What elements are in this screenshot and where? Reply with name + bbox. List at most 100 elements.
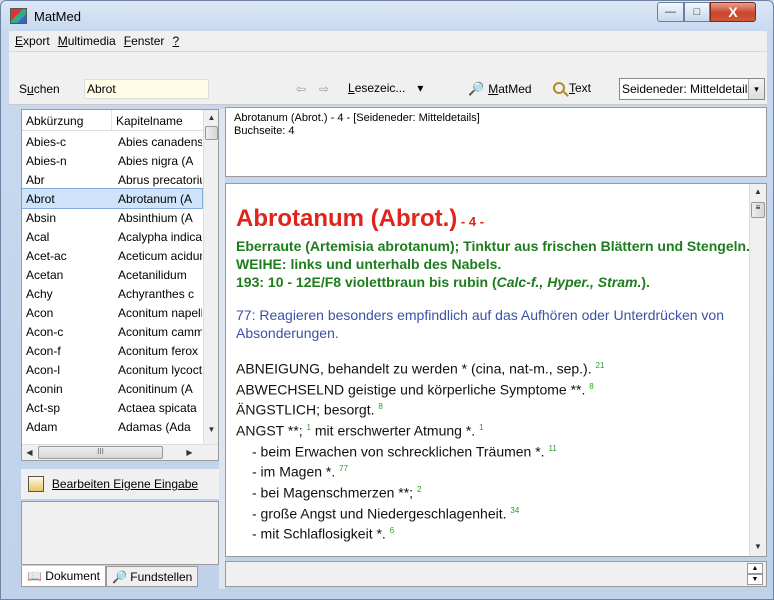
list-item-chapter: Abies nigra (A bbox=[118, 153, 194, 168]
scroll-left-icon[interactable]: ◀ bbox=[22, 445, 37, 460]
column-header-chapter[interactable]: Kapitelname bbox=[112, 110, 204, 131]
maximize-button[interactable]: □ bbox=[684, 2, 710, 22]
list-item[interactable]: Acon-c Aconitum cammarum bbox=[22, 322, 202, 341]
symptom-text: - mit Schlaflosigkeit *. bbox=[252, 525, 386, 542]
text-search-button[interactable]: Text bbox=[553, 81, 591, 95]
tab-locations[interactable]: 🔎 Fundstellen bbox=[106, 566, 199, 587]
bottom-tabs: 📖 Dokument 🔎 Fundstellen bbox=[21, 566, 219, 587]
symptom-line: ABWECHSELND geistige und körperliche Sym… bbox=[236, 378, 751, 399]
symptom-text: - im Magen *. bbox=[252, 463, 336, 480]
scroll-up-icon[interactable]: ▲ bbox=[750, 184, 766, 199]
menu-help[interactable]: ? bbox=[168, 34, 183, 48]
reference-number[interactable]: 8 bbox=[378, 402, 382, 411]
notes-box[interactable] bbox=[21, 501, 219, 565]
list-item-abbreviation: Abrot bbox=[26, 191, 55, 206]
list-item-abbreviation: Acetan bbox=[26, 267, 64, 282]
list-item-chapter: Absinthium (A bbox=[118, 210, 193, 225]
list-item[interactable]: Abies-c Abies canadensis bbox=[22, 132, 202, 151]
symptom-line: - große Angst und Niedergeschlagenheit. … bbox=[236, 502, 751, 523]
list-vertical-scrollbar[interactable]: ▲ ▼ bbox=[203, 110, 218, 460]
list-item[interactable]: Abrot Abrotanum (A bbox=[22, 188, 203, 209]
bookmarks-button[interactable]: Lesezeic... ▾ bbox=[348, 81, 423, 95]
document-title: Abrotanum (Abrot.) - 4 - bbox=[236, 205, 485, 232]
list-item-chapter: Abies canadensis bbox=[118, 134, 202, 149]
list-item[interactable]: Abr Abrus precatorius bbox=[22, 170, 202, 189]
scroll-thumb[interactable] bbox=[205, 126, 218, 140]
list-item[interactable]: Aconin Aconitinum (A bbox=[22, 379, 202, 398]
list-item[interactable]: Acon-l Aconitum lycoctonum bbox=[22, 360, 202, 379]
symptom-line: ANGST **; 1 mit erschwerter Atmung *. 1 bbox=[236, 419, 751, 440]
document-info: Abrotanum (Abrot.) - 4 - [Seideneder: Mi… bbox=[225, 107, 767, 177]
edit-own-entry-button[interactable]: Bearbeiten Eigene Eingabe bbox=[52, 477, 219, 491]
list-item[interactable]: Acal Acalypha indica bbox=[22, 227, 202, 246]
list-item-abbreviation: Acon bbox=[26, 305, 54, 320]
reference-number[interactable]: 6 bbox=[390, 526, 394, 535]
forward-arrow-icon[interactable]: ⇨ bbox=[319, 82, 329, 96]
column-header-abbreviation[interactable]: Abkürzung bbox=[22, 110, 112, 131]
list-item[interactable]: Acet-ac Aceticum acidum bbox=[22, 246, 202, 265]
list-item[interactable]: Absin Absinthium (A bbox=[22, 208, 202, 227]
reference-number[interactable]: 11 bbox=[548, 444, 556, 453]
spin-down-icon[interactable]: ▼ bbox=[747, 574, 763, 585]
list-item[interactable]: Achy Achyranthes c bbox=[22, 284, 202, 303]
scroll-down-icon[interactable]: ▼ bbox=[750, 539, 766, 554]
list-item-chapter: Abrotanum (A bbox=[118, 191, 193, 206]
minimize-button[interactable]: — bbox=[657, 2, 684, 22]
list-item[interactable]: Act-sp Actaea spicata bbox=[22, 398, 202, 417]
list-item-abbreviation: Abies-c bbox=[26, 134, 67, 149]
list-header: Abkürzung Kapitelname bbox=[22, 110, 218, 131]
document-scrollbar[interactable]: ▲ ≡ ▼ bbox=[749, 184, 766, 556]
symptom-text: ANGST **; bbox=[236, 422, 303, 439]
weihe-line: WEIHE: links und unterhalb des Nabels. bbox=[236, 256, 502, 272]
symptom-text: ÄNGSTLICH; besorgt. bbox=[236, 401, 375, 418]
list-item-abbreviation: Acon-c bbox=[26, 324, 64, 339]
reference-number[interactable]: 77 bbox=[339, 464, 348, 473]
edit-own-entry-area: Bearbeiten Eigene Eingabe bbox=[21, 469, 219, 499]
list-item[interactable]: Acon-f Aconitum ferox bbox=[22, 341, 202, 360]
list-item[interactable]: Adam Adamas (Ada bbox=[22, 417, 202, 436]
symptom-line: - im Magen *. 77 bbox=[236, 460, 751, 481]
symptom-text: ABNEIGUNG, behandelt zu werden * (cina, … bbox=[236, 360, 592, 377]
symptom-line: - mit Schlaflosigkeit *. 6 bbox=[236, 522, 751, 543]
scroll-down-icon[interactable]: ▼ bbox=[204, 422, 218, 437]
list-item-chapter: Aceticum acidum bbox=[118, 248, 202, 263]
list-item-abbreviation: Act-sp bbox=[26, 400, 61, 415]
scroll-up-icon[interactable]: ▲ bbox=[204, 110, 218, 125]
back-arrow-icon[interactable]: ⇦ bbox=[296, 82, 306, 96]
tab-document[interactable]: 📖 Dokument bbox=[21, 566, 106, 587]
hscroll-thumb[interactable]: III bbox=[38, 446, 163, 459]
source-select-value: Seideneder: Mitteldetails bbox=[622, 82, 754, 96]
menu-window[interactable]: Fenster bbox=[120, 34, 169, 48]
list-item-abbreviation: Abies-n bbox=[26, 153, 67, 168]
symptom-text: - beim Erwachen von schrecklichen Träume… bbox=[252, 443, 545, 460]
symptom-text: ABWECHSELND geistige und körperliche Sym… bbox=[236, 381, 586, 398]
close-button[interactable]: X bbox=[710, 2, 756, 22]
menu-export[interactable]: Export bbox=[11, 34, 54, 48]
symptom-line: - bei Magenschmerzen **; 2 bbox=[236, 481, 751, 502]
edit-icon[interactable] bbox=[28, 476, 44, 492]
dropdown-arrow-icon[interactable]: ▾ bbox=[748, 79, 764, 99]
description-line: Eberraute (Artemisia abrotanum); Tinktur… bbox=[236, 238, 750, 254]
document-content: Abrotanum (Abrot.) - 4 - Eberraute (Arte… bbox=[236, 204, 751, 543]
matmed-button[interactable]: 🔎 MatMed bbox=[468, 81, 532, 97]
reference-number[interactable]: 21 bbox=[596, 361, 605, 370]
reference-number[interactable]: 2 bbox=[417, 485, 421, 494]
reference-number[interactable]: 1 bbox=[479, 423, 483, 432]
list-item[interactable]: Acetan Acetanilidum bbox=[22, 265, 202, 284]
list-item-abbreviation: Achy bbox=[26, 286, 53, 301]
list-item[interactable]: Acon Aconitum napellus bbox=[22, 303, 202, 322]
document-scroll-thumb[interactable]: ≡ bbox=[751, 202, 765, 218]
chevron-down-icon: ▾ bbox=[417, 81, 424, 95]
source-select[interactable]: Seideneder: Mitteldetails ▾ bbox=[619, 78, 765, 100]
reference-number[interactable]: 34 bbox=[510, 506, 519, 515]
list-item-chapter: Aconitum napellus bbox=[118, 305, 202, 320]
page-number: Buchseite: 4 bbox=[234, 125, 295, 137]
list-horizontal-scrollbar[interactable]: ◀ III ▶ bbox=[22, 444, 218, 460]
scroll-right-icon[interactable]: ▶ bbox=[182, 445, 197, 460]
reference-number[interactable]: 8 bbox=[589, 382, 593, 391]
list-item-chapter: Aconitum lycoctonum bbox=[118, 362, 202, 377]
search-input[interactable] bbox=[84, 79, 209, 99]
list-item[interactable]: Abies-n Abies nigra (A bbox=[22, 151, 202, 170]
menu-multimedia[interactable]: Multimedia bbox=[54, 34, 120, 48]
spin-up-icon[interactable]: ▲ bbox=[747, 563, 763, 574]
